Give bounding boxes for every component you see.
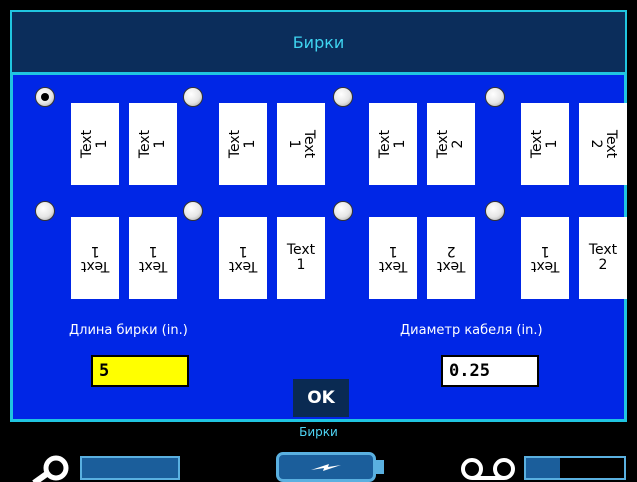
tag-preview: Text 1 [521,217,569,299]
tag-preview: Text 1 [219,103,267,185]
ribbon-gauge-fill [526,458,561,478]
tag-preview-text: Text 1 [78,129,110,159]
tag-preview: Text 2 [427,103,475,185]
layout-option-radio[interactable] [333,87,353,107]
tag-preview: Text 2 [427,217,475,299]
tag-preview-text: Text 1 [376,129,408,159]
tag-preview-text: Text 2 [587,129,619,159]
battery-terminal [376,460,384,474]
tape-gauge [80,456,180,480]
tag-preview: Text 1 [369,217,417,299]
tag-preview-text: Text 1 [286,242,316,273]
cable-diameter-input[interactable]: 0.25 [441,355,539,387]
tag-preview: Text 2 [579,103,627,185]
ribbon-gauge [524,456,626,480]
lightning-icon [311,464,341,471]
tag-preview-text: Text 1 [528,129,560,159]
tag-preview: Text 1 [129,103,177,185]
tag-preview-text: Text 2 [436,243,466,274]
tag-preview-text: Text 1 [80,243,110,274]
tag-preview: Text 1 [369,103,417,185]
tag-preview-text: Text 1 [138,243,168,274]
layout-option-radio[interactable] [35,201,55,221]
tag-preview: Text 2 [579,217,627,299]
layout-option-radio[interactable] [485,87,505,107]
ribbon-cassette-icon [461,458,515,480]
tag-preview: Text 1 [277,103,325,185]
label-length-label: Длина бирки (in.) [69,323,188,338]
tag-preview-text: Text 1 [530,243,560,274]
tag-preview: Text 1 [71,217,119,299]
tag-preview-text: Text 2 [588,242,618,273]
tag-preview: Text 1 [71,103,119,185]
tag-preview-text: Text 1 [228,243,258,274]
label-length-value: 5 [99,361,110,381]
labels-dialog: Text 1 Text 1 Text 1 Text 1 Text 1 Text 2 Text… [10,72,627,422]
tag-preview-text: Text 1 [285,129,317,159]
tag-preview-text: Text 1 [136,129,168,159]
ok-button[interactable]: OK [293,379,349,417]
layout-option-radio[interactable] [485,201,505,221]
layout-option-radio[interactable] [333,201,353,221]
battery-charging-icon [276,452,376,482]
tag-preview: Text 1 [129,217,177,299]
tag-preview: Text 1 [277,217,325,299]
tape-gauge-fill [82,458,178,478]
layout-option-radio[interactable] [183,87,203,107]
layout-option-radio[interactable] [183,201,203,221]
status-label: Бирки [299,425,338,439]
key-icon [32,455,69,482]
cable-diameter-label: Диаметр кабеля (in.) [400,323,543,338]
tag-preview-text: Text 1 [378,243,408,274]
layout-option-radio[interactable] [35,87,55,107]
tag-preview: Text 1 [521,103,569,185]
cable-diameter-value: 0.25 [449,361,490,381]
label-length-input[interactable]: 5 [91,355,189,387]
tag-preview-text: Text 2 [434,129,466,159]
tag-preview: Text 1 [219,217,267,299]
window-title-bar: Бирки [10,10,627,72]
tag-preview-text: Text 1 [226,129,258,159]
window-title: Бирки [292,32,345,52]
